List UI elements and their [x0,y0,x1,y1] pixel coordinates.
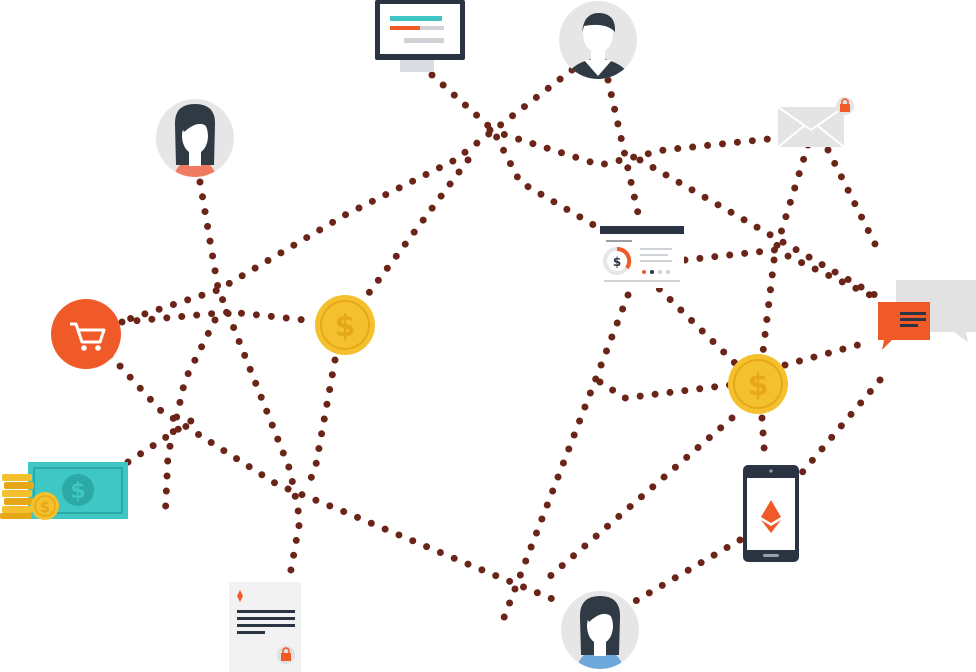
svg-text:$: $ [70,479,85,504]
connection-line [544,414,736,582]
computer-monitor-icon [375,0,465,72]
locked-document-icon [229,582,301,672]
connection-line [604,76,644,226]
connection-line [486,126,782,169]
connection-line [681,246,874,299]
connection-line [758,414,769,464]
locked-mail-icon [777,97,854,148]
chat-bubble-icon [878,280,976,350]
user-avatar-icon [156,99,234,177]
connection-line [196,178,304,579]
svg-text:$: $ [613,255,621,269]
dollar-coin-icon: $ [315,295,375,355]
connection-line [124,411,204,466]
connection-line [616,536,744,614]
connection-line [758,141,812,364]
user-avatar-icon [561,591,639,669]
cash-money-icon: $ $ [0,462,128,520]
user-avatar-icon [559,1,637,79]
network-illustration: $ $ $ $ $ [0,0,976,672]
connection-line [106,351,559,604]
svg-text:$: $ [40,498,50,516]
connection-line [781,341,862,369]
connection-line [496,291,632,632]
svg-text:$: $ [335,309,356,344]
connection-line [306,356,339,484]
shopping-cart-icon [51,299,121,369]
svg-text:$: $ [748,368,769,403]
connection-line [341,156,472,329]
report-document-icon: $ [600,226,684,288]
connection-line [824,146,882,254]
connection-line [428,71,644,256]
smartphone-ether-icon [743,465,799,562]
connection-line [796,376,884,479]
dollar-coin-icon: $ [728,354,788,414]
connection-line [596,378,734,402]
